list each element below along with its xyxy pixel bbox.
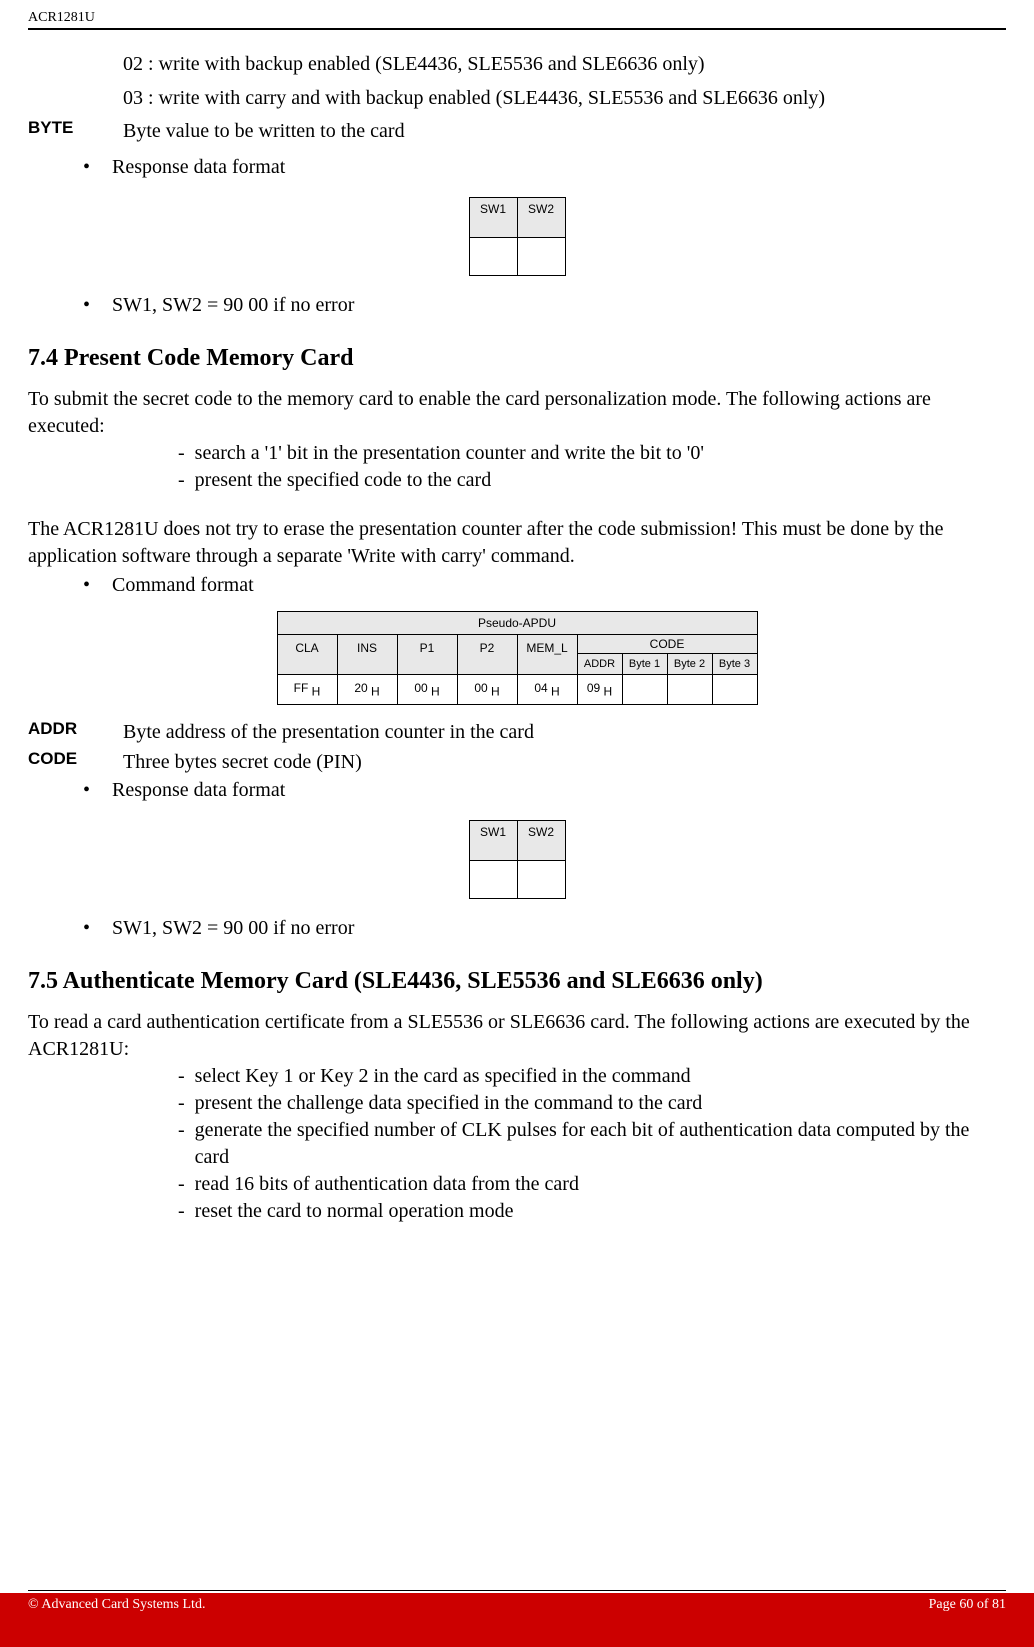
list-item: -read 16 bits of authentication data fro… — [178, 1171, 1006, 1198]
list-item: -generate the specified number of CLK pu… — [178, 1117, 1006, 1171]
response-format-text: Response data format — [112, 156, 285, 179]
apdu-p2-header: P2 — [457, 635, 517, 675]
sw-result-text-1: SW1, SW2 = 90 00 if no error — [112, 294, 354, 317]
apdu-meml-header: MEM_L — [517, 635, 577, 675]
apdu-addr-header: ADDR — [577, 654, 622, 675]
page-header: ACR1281U — [0, 0, 1034, 30]
apdu-ins-value: 20 H — [337, 675, 397, 705]
sw1-cell — [469, 238, 517, 276]
page-content: 02 : write with backup enabled (SLE4436,… — [0, 30, 1034, 1225]
sw-table-container-1: SW1 SW2 — [28, 197, 1006, 276]
addr-text: Byte address of the presentation counter… — [123, 719, 534, 745]
bullet-icon: • — [83, 574, 90, 597]
page-footer: © Advanced Card Systems Ltd. Page 60 of … — [0, 1593, 1034, 1647]
dash-icon: - — [178, 1117, 185, 1171]
bullet-icon: • — [83, 156, 90, 179]
footer-page-number: Page 60 of 81 — [929, 1597, 1006, 1613]
list-item: -reset the card to normal operation mode — [178, 1198, 1006, 1225]
dash-text: search a '1' bit in the presentation cou… — [195, 440, 704, 467]
byte-definition: BYTE Byte value to be written to the car… — [28, 118, 1006, 144]
apdu-title: Pseudo-APDU — [277, 612, 757, 635]
apdu-cla-value: FF H — [277, 675, 337, 705]
apdu-code-header: CODE — [577, 635, 757, 654]
sw-table-2: SW1 SW2 — [469, 820, 566, 899]
dash-icon: - — [178, 1198, 185, 1225]
byte-text: Byte value to be written to the card — [123, 118, 405, 144]
list-item: -select Key 1 or Key 2 in the card as sp… — [178, 1063, 1006, 1090]
sec75-dash-list: -select Key 1 or Key 2 in the card as sp… — [28, 1063, 1006, 1225]
command-format-text: Command format — [112, 574, 254, 597]
apdu-p2-value: 00 H — [457, 675, 517, 705]
apdu-cla-header: CLA — [277, 635, 337, 675]
response-format-bullet: • Response data format — [28, 156, 1006, 179]
sw2-header: SW2 — [517, 198, 565, 238]
addr-definition: ADDR Byte address of the presentation co… — [28, 719, 1006, 745]
sw2-cell — [517, 238, 565, 276]
sw-table-1: SW1 SW2 — [469, 197, 566, 276]
apdu-byte2-value — [667, 675, 712, 705]
dash-icon: - — [178, 440, 185, 467]
apdu-p1-value: 00 H — [397, 675, 457, 705]
doc-id: ACR1281U — [28, 10, 95, 25]
sec75-para1: To read a card authentication certificat… — [28, 1009, 1006, 1063]
response-format-bullet-2: • Response data format — [28, 779, 1006, 802]
sec74-dash-list: -search a '1' bit in the presentation co… — [28, 440, 1006, 494]
list-item: -present the challenge data specified in… — [178, 1090, 1006, 1117]
byte-label: BYTE — [28, 118, 123, 144]
addr-label: ADDR — [28, 719, 123, 745]
sw1-header: SW1 — [469, 198, 517, 238]
apdu-meml-value: 04 H — [517, 675, 577, 705]
sw2-header: SW2 — [517, 821, 565, 861]
sw-table-container-2: SW1 SW2 — [28, 820, 1006, 899]
apdu-byte1-header: Byte 1 — [622, 654, 667, 675]
sw-result-bullet-2: • SW1, SW2 = 90 00 if no error — [28, 917, 1006, 940]
dash-text: generate the specified number of CLK pul… — [195, 1117, 1006, 1171]
dash-icon: - — [178, 1171, 185, 1198]
footer-rule — [28, 1590, 1006, 1591]
apdu-byte2-header: Byte 2 — [667, 654, 712, 675]
dash-text: present the specified code to the card — [195, 467, 492, 494]
apdu-addr-value: 09 H — [577, 675, 622, 705]
dash-icon: - — [178, 1063, 185, 1090]
sec74-para1: To submit the secret code to the memory … — [28, 386, 1006, 440]
dash-text: present the challenge data specified in … — [195, 1090, 703, 1117]
bullet-icon: • — [83, 917, 90, 940]
dash-text: read 16 bits of authentication data from… — [195, 1171, 579, 1198]
bullet-icon: • — [83, 779, 90, 802]
bullet-icon: • — [83, 294, 90, 317]
list-item: -present the specified code to the card — [178, 467, 1006, 494]
code-label: CODE — [28, 749, 123, 775]
command-format-bullet: • Command format — [28, 574, 1006, 597]
apdu-ins-header: INS — [337, 635, 397, 675]
section-7-4-heading: 7.4 Present Code Memory Card — [28, 345, 1006, 372]
sw-result-bullet-1: • SW1, SW2 = 90 00 if no error — [28, 294, 1006, 317]
apdu-table-container: Pseudo-APDU CLA INS P1 P2 MEM_L CODE ADD… — [28, 611, 1006, 705]
dash-text: select Key 1 or Key 2 in the card as spe… — [195, 1063, 691, 1090]
section-7-5-heading: 7.5 Authenticate Memory Card (SLE4436, S… — [28, 968, 1006, 995]
apdu-byte1-value — [622, 675, 667, 705]
response-format-text-2: Response data format — [112, 779, 285, 802]
dash-text: reset the card to normal operation mode — [195, 1198, 514, 1225]
sw2-cell — [517, 861, 565, 899]
dash-icon: - — [178, 467, 185, 494]
footer-copyright: © Advanced Card Systems Ltd. — [28, 1597, 205, 1613]
apdu-byte3-header: Byte 3 — [712, 654, 757, 675]
code-text: Three bytes secret code (PIN) — [123, 749, 362, 775]
mode-03-line: 03 : write with carry and with backup en… — [28, 84, 1006, 112]
code-definition: CODE Three bytes secret code (PIN) — [28, 749, 1006, 775]
sw1-header: SW1 — [469, 821, 517, 861]
sw-result-text-2: SW1, SW2 = 90 00 if no error — [112, 917, 354, 940]
sw1-cell — [469, 861, 517, 899]
apdu-p1-header: P1 — [397, 635, 457, 675]
mode-02-line: 02 : write with backup enabled (SLE4436,… — [28, 50, 1006, 78]
list-item: -search a '1' bit in the presentation co… — [178, 440, 1006, 467]
apdu-table: Pseudo-APDU CLA INS P1 P2 MEM_L CODE ADD… — [277, 611, 758, 705]
sec74-para2: The ACR1281U does not try to erase the p… — [28, 516, 1006, 570]
dash-icon: - — [178, 1090, 185, 1117]
apdu-byte3-value — [712, 675, 757, 705]
